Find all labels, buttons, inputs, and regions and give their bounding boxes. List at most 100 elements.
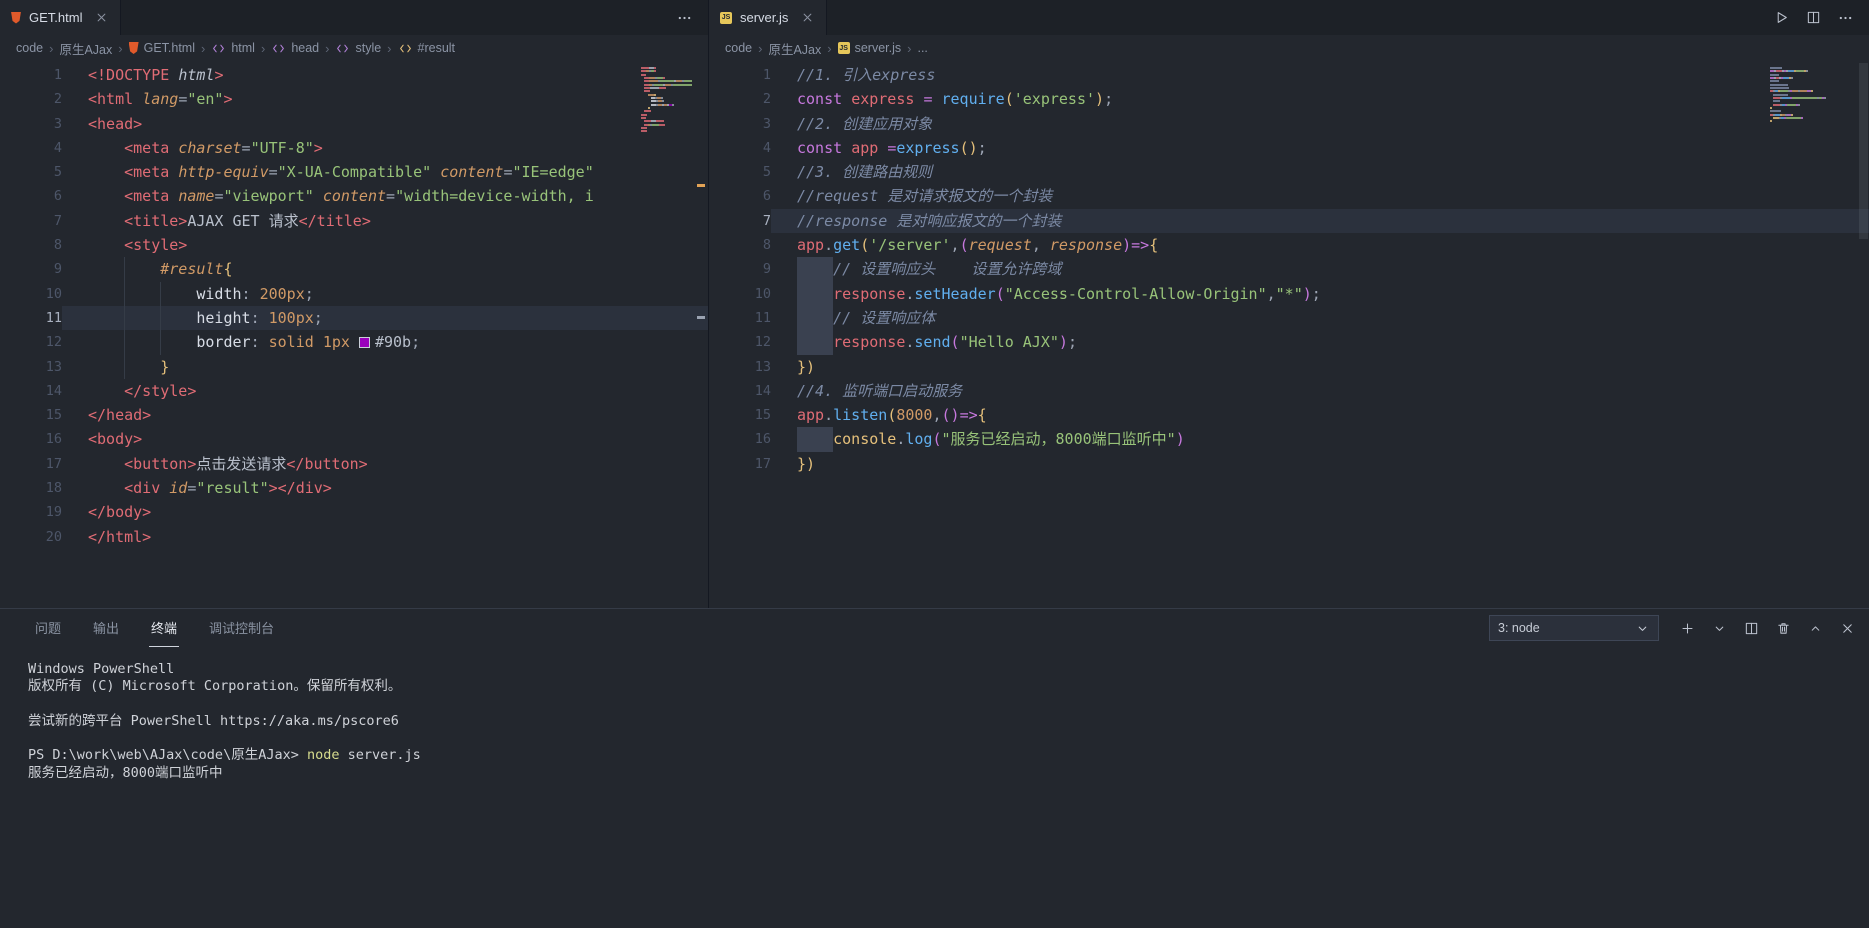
panel-tab[interactable]: 问题 (33, 609, 63, 647)
chevron-up-icon[interactable] (1808, 621, 1823, 636)
token: () (941, 406, 960, 425)
breadcrumb-item[interactable]: head (271, 41, 319, 56)
token: ; (977, 138, 987, 157)
token: "X-UA-Compatible" (277, 163, 432, 182)
code-line-content: response.setHeader("Access-Control-Allow… (771, 281, 1869, 306)
token: <body> (88, 430, 143, 449)
code-line: 16 console.log("服务已经启动，8000端口监听中") (709, 427, 1869, 452)
terminal-output[interactable]: Windows PowerShell 版权所有 (C) Microsoft Cor… (0, 647, 1869, 928)
code-editor-server-js[interactable]: 1//1. 引入express 2 const express = require(… (709, 61, 1869, 608)
close-icon[interactable] (800, 10, 815, 25)
terminal-select-value: 3: node (1498, 621, 1540, 635)
breadcrumb-item[interactable]: GET.html (128, 41, 195, 55)
token: app (797, 236, 825, 255)
code-line: 4 <meta charset="UTF-8"> (0, 136, 708, 160)
editor-tab[interactable]: GET.html (0, 0, 122, 35)
panel-tab[interactable]: 终端 (149, 609, 180, 647)
code-line: 9 // 设置响应头 设置允许跨域 (709, 257, 1869, 282)
breadcrumb-item[interactable]: ... (917, 41, 927, 55)
panel-tab[interactable]: 调试控制台 (207, 609, 276, 647)
terminal-line: 尝试新的跨平台 PowerShell https://aka.ms/pscore… (28, 712, 399, 729)
more-icon[interactable] (677, 10, 692, 25)
tab-label: server.js (740, 10, 789, 25)
kill-terminal-icon[interactable] (1776, 621, 1791, 636)
breadcrumb-item[interactable]: code (725, 41, 752, 55)
code-editor-get-html[interactable]: 1 <!DOCTYPE html> 2 <html lang="en"> 3 <head>… (0, 61, 708, 608)
chevron-down-icon[interactable] (1712, 621, 1727, 636)
token: ; (1067, 333, 1077, 352)
token: "IE=edge" (512, 163, 594, 182)
minimap-right[interactable] (1770, 67, 1854, 124)
code-line: 1 //1. 引入express (709, 63, 1869, 87)
file-html-icon (128, 42, 139, 54)
token: "result" (196, 479, 269, 498)
split-editor-icon[interactable] (1806, 10, 1821, 25)
token: express (896, 138, 960, 157)
line-number: 7 (762, 212, 771, 229)
line-number: 10 (754, 285, 771, 302)
more-icon[interactable] (1838, 10, 1853, 25)
breadcrumb-separator: › (260, 40, 266, 56)
code-line-content: </html> (62, 525, 708, 549)
symbol-element-icon (335, 41, 350, 56)
scrollbar-thumb[interactable] (1859, 63, 1868, 239)
token: ( (887, 406, 897, 425)
breadcrumb-left: code › 原生AJax › GET.html › html › head › style › #re… (0, 35, 708, 61)
breadcrumb-item[interactable]: html (211, 41, 255, 56)
breadcrumb-item[interactable]: JS server.js (837, 41, 901, 55)
code-line: 5 //3. 创建路由规则 (709, 160, 1869, 184)
indent-highlight (797, 257, 834, 282)
breadcrumb-item[interactable]: #result (398, 41, 455, 56)
tab-label: GET.html (29, 10, 83, 25)
token: app (851, 138, 879, 157)
terminal-select[interactable]: 3: node (1489, 615, 1659, 641)
close-panel-icon[interactable] (1840, 621, 1855, 636)
token: : (250, 308, 269, 327)
code-line-content: <meta charset="UTF-8"> (62, 136, 708, 160)
token: > (214, 66, 224, 84)
token: <html (88, 90, 143, 109)
panel-tab[interactable]: 输出 (91, 609, 121, 647)
token: id (169, 479, 188, 498)
token: </title> (298, 211, 371, 230)
token: ) (1095, 90, 1105, 109)
token: "viewport" (223, 187, 314, 206)
indent-highlight (797, 281, 834, 306)
close-icon[interactable] (94, 10, 109, 25)
indent-guide (88, 452, 124, 476)
breadcrumb-separator: › (387, 40, 392, 56)
breadcrumb-separator: › (827, 40, 832, 56)
indent-highlight (797, 427, 834, 452)
line-number: 12 (45, 334, 62, 351)
breadcrumb-item[interactable]: style (335, 41, 381, 56)
scrollbar-right[interactable] (1856, 61, 1869, 608)
code-line: 20 </html> (0, 525, 708, 549)
token: ; (411, 333, 421, 352)
code-line: 8 <style> (0, 233, 708, 257)
indent-highlight (797, 305, 834, 331)
token: response (833, 284, 906, 303)
indent-guide (124, 354, 161, 379)
line-number: 4 (762, 139, 771, 156)
minimap-left[interactable] (641, 67, 693, 134)
token: : (241, 284, 260, 303)
breadcrumb-item[interactable]: code (16, 41, 43, 55)
breadcrumb-item[interactable]: 原生AJax (59, 39, 112, 58)
breadcrumb-label: code (725, 41, 753, 55)
editor-tab[interactable]: JS server.js (709, 0, 828, 35)
code-line-content: app.get('/server',(request, response)=>{ (771, 233, 1869, 257)
breadcrumb-label: code (16, 41, 44, 55)
overview-ruler-left[interactable] (695, 61, 708, 608)
line-number: 18 (45, 480, 62, 497)
code-line: 2 <html lang="en"> (0, 87, 708, 111)
breadcrumb-item[interactable]: 原生AJax (768, 39, 821, 58)
token: => (959, 406, 978, 425)
run-icon[interactable] (1774, 10, 1789, 25)
code-line-content: //1. 引入express (771, 63, 1869, 87)
new-terminal-icon[interactable] (1680, 621, 1695, 636)
token: "服务已经启动，8000端口监听中" (941, 430, 1176, 449)
code-line-content: console.log("服务已经启动，8000端口监听中") (771, 427, 1869, 452)
split-terminal-icon[interactable] (1744, 621, 1759, 636)
